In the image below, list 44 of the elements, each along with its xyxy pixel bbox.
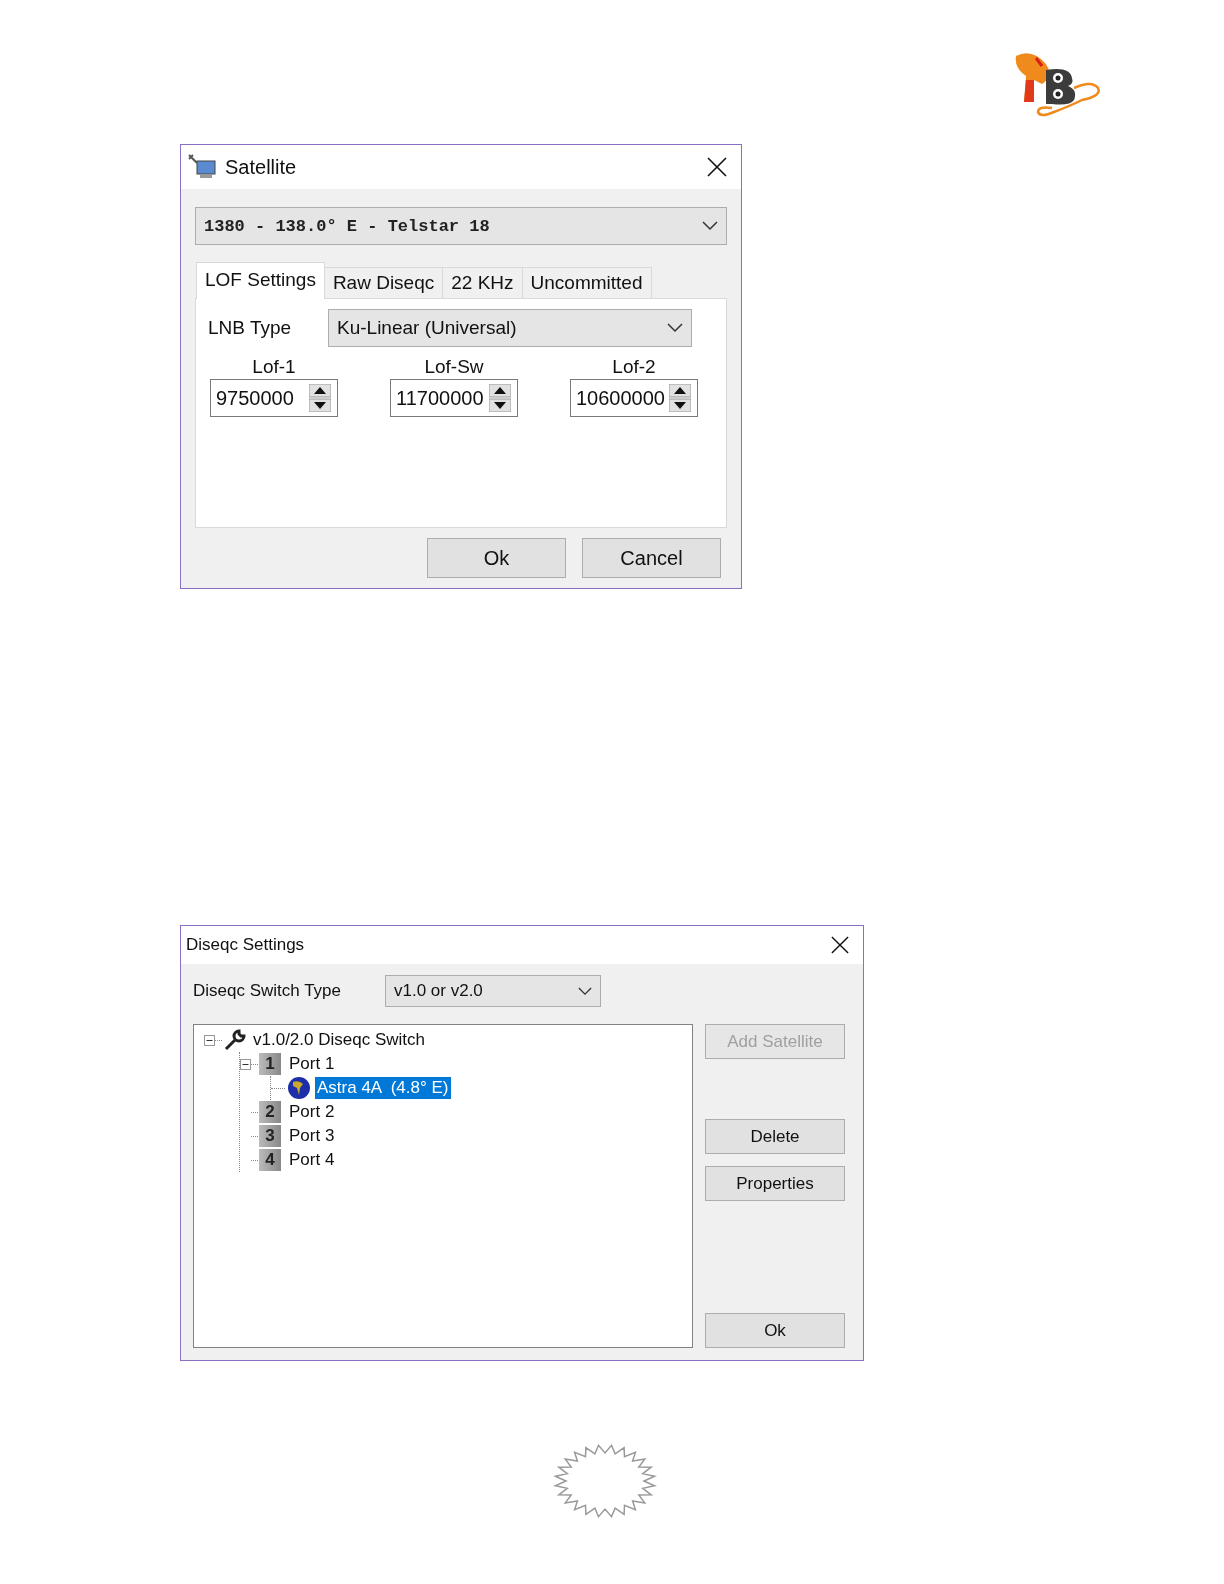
port-number-icon: 3: [259, 1125, 281, 1147]
field-label: Lof-2: [612, 355, 656, 379]
dialog-button[interactable]: Ok: [705, 1313, 845, 1348]
tree-item[interactable]: Port 2: [287, 1101, 337, 1123]
chevron-icon: [578, 986, 592, 996]
tree-item[interactable]: Astra 4A (4.8° E): [315, 1077, 451, 1099]
collapse-icon[interactable]: [204, 1034, 215, 1046]
dialog-button[interactable]: Properties: [705, 1166, 845, 1201]
window-title: Diseqc Settings: [186, 935, 306, 955]
tree-item[interactable]: Port 3: [287, 1125, 337, 1147]
port-number-icon: 1: [259, 1053, 281, 1075]
switch-type-label: Diseqc Switch Type: [193, 981, 343, 1001]
dialog-button[interactable]: Delete: [705, 1119, 845, 1154]
dialog-button[interactable]: Ok: [427, 538, 566, 578]
collapse-icon[interactable]: [240, 1058, 251, 1070]
spin-field[interactable]: 9750000: [210, 379, 338, 417]
tree-item[interactable]: v1.0/2.0 Diseqc Switch: [251, 1029, 427, 1051]
spin-field[interactable]: 10600000: [570, 379, 698, 417]
spin-arrows-icon[interactable]: [669, 384, 691, 412]
spin-arrows-icon[interactable]: [489, 384, 511, 412]
starburst-icon: [553, 1443, 657, 1519]
wrench-icon: [223, 1028, 247, 1052]
close-icon[interactable]: [707, 157, 727, 177]
port-number-icon: 2: [259, 1101, 281, 1123]
tree-item[interactable]: Port 1: [287, 1053, 337, 1075]
chevron-icon: [667, 323, 683, 333]
spin-arrows-icon[interactable]: [309, 384, 331, 412]
switch-type-dropdown[interactable]: v1.0 or v2.0: [385, 975, 601, 1007]
spin-field[interactable]: 11700000: [390, 379, 518, 417]
chevron-icon: [702, 221, 718, 231]
lnb-type-dropdown[interactable]: Ku-Linear (Universal): [328, 309, 692, 347]
satellite-computer-icon: [187, 153, 217, 181]
port-number-icon: 4: [259, 1149, 281, 1171]
tab[interactable]: LOF Settings: [196, 262, 325, 299]
field-label: Lof-1: [252, 355, 296, 379]
lnb-type-label: LNB Type: [208, 317, 293, 339]
window-title: Satellite: [225, 155, 298, 179]
tab[interactable]: Uncommitted: [521, 267, 652, 298]
field-label: Lof-Sw: [424, 355, 484, 379]
close-icon[interactable]: [831, 936, 849, 954]
dialog-button[interactable]: Cancel: [582, 538, 721, 578]
tree-item[interactable]: Port 4: [287, 1149, 337, 1171]
globe-icon: [287, 1076, 311, 1100]
satellite-dropdown[interactable]: 1380 - 138.0° E - Telstar 18: [195, 207, 727, 245]
